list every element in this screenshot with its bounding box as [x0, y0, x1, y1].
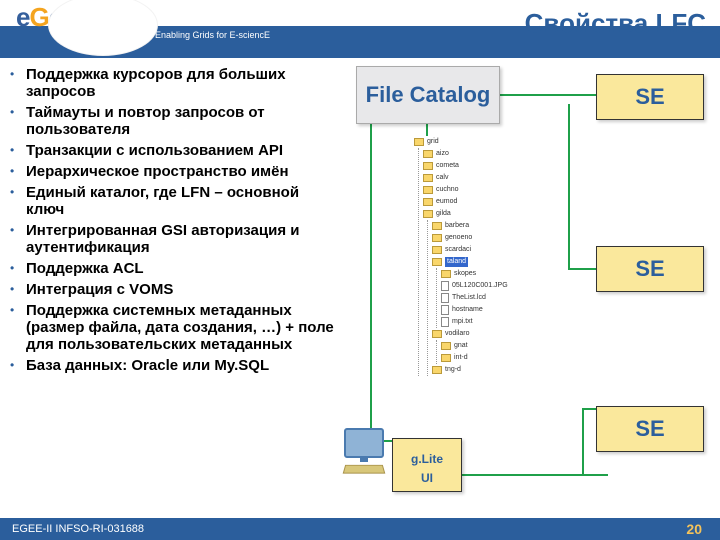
- se-label: SE: [635, 256, 664, 282]
- folder-icon: [432, 234, 442, 242]
- bullet-text: База данных: Oracle или My.SQL: [26, 357, 269, 374]
- tree-node: vodilaro: [445, 329, 470, 339]
- slide-footer: EGEE-II INFSO-RI-031688 20: [0, 518, 720, 540]
- bullet-item: •Единый каталог, где LFN – основной ключ: [10, 184, 334, 218]
- file-tree: grid aizo cometa calv cuchno eumod gilda…: [410, 136, 558, 470]
- tree-node: eumod: [436, 197, 457, 207]
- file-catalog-box: File Catalog: [356, 66, 500, 124]
- file-icon: [441, 305, 449, 315]
- egee-logo: eGee: [6, 0, 156, 58]
- bullet-text: Иерархическое пространство имён: [26, 163, 289, 180]
- bullet-item: •Поддержка курсоров для больших запросов: [10, 66, 334, 100]
- connector-line: [370, 122, 372, 440]
- footer-text: EGEE-II INFSO-RI-031688: [12, 523, 144, 535]
- monitor-stand: [360, 458, 368, 462]
- keyboard-icon: [343, 465, 386, 474]
- folder-icon: [432, 258, 442, 266]
- tree-node: cuchno: [436, 185, 459, 195]
- folder-icon: [414, 138, 424, 146]
- file-icon: [441, 293, 449, 303]
- folder-icon: [432, 222, 442, 230]
- se-box-1: SE: [596, 74, 704, 120]
- se-label: SE: [635, 416, 664, 442]
- connector-line: [496, 94, 602, 96]
- logo-ellipse: [48, 0, 158, 56]
- se-box-2: SE: [596, 246, 704, 292]
- glite-ui-box: g.Lite UI: [392, 438, 462, 492]
- tree-file: hostname: [452, 305, 483, 315]
- bullet-text: Поддержка ACL: [26, 260, 144, 277]
- tree-file: mpi.txt: [452, 317, 473, 327]
- file-icon: [441, 281, 449, 291]
- folder-icon: [423, 150, 433, 158]
- connector-line: [582, 408, 584, 474]
- computer-icon: [338, 428, 390, 484]
- tree-node-highlighted: taland: [445, 257, 468, 267]
- folder-icon: [441, 354, 451, 362]
- bullet-item: •Интегрированная GSI авторизация и аутен…: [10, 222, 334, 256]
- slide-content: •Поддержка курсоров для больших запросов…: [0, 58, 720, 516]
- tree-node: gilda: [436, 209, 451, 219]
- bullet-item: •Таймауты и повтор запросов от пользоват…: [10, 104, 334, 138]
- page-number: 20: [686, 521, 702, 537]
- slide-title: Свойства LFC: [525, 8, 706, 39]
- folder-icon: [432, 330, 442, 338]
- se-box-3: SE: [596, 406, 704, 452]
- tree-node: genoeno: [445, 233, 472, 243]
- tree-node: barbera: [445, 221, 469, 231]
- folder-icon: [423, 186, 433, 194]
- folder-icon: [423, 162, 433, 170]
- folder-icon: [423, 210, 433, 218]
- connector-line: [568, 104, 570, 268]
- bullet-text: Поддержка курсоров для больших запросов: [26, 66, 334, 100]
- tree-node: cometa: [436, 161, 459, 171]
- folder-icon: [432, 366, 442, 374]
- bullet-item: •Транзакции с использованием API: [10, 142, 334, 159]
- bullet-text: Интегрированная GSI авторизация и аутент…: [26, 222, 334, 256]
- bullet-item: •Поддержка ACL: [10, 260, 334, 277]
- tree-node: gnat: [454, 341, 468, 351]
- tree-node: scardaci: [445, 245, 471, 255]
- file-icon: [441, 317, 449, 327]
- diagram-column: File Catalog SE SE SE grid aizo cometa c…: [340, 58, 720, 516]
- bullet-item: •Поддержка системных метаданных (размер …: [10, 302, 334, 353]
- tree-node: calv: [436, 173, 448, 183]
- logo-tagline: Enabling Grids for E-sciencE: [155, 30, 270, 40]
- glite-label-2: UI: [421, 472, 433, 485]
- folder-icon: [432, 246, 442, 254]
- connector-line: [458, 474, 608, 476]
- tree-node: int-d: [454, 353, 468, 363]
- bullet-text: Транзакции с использованием API: [26, 142, 283, 159]
- tree-node: grid: [427, 137, 439, 147]
- tree-file: 05L120C001.JPG: [452, 281, 508, 291]
- tree-file: TheList.lcd: [452, 293, 486, 303]
- file-catalog-label: File Catalog: [366, 83, 491, 107]
- bullet-text: Поддержка системных метаданных (размер ф…: [26, 302, 334, 353]
- bullet-item: •Интеграция с VOMS: [10, 281, 334, 298]
- folder-icon: [441, 342, 451, 350]
- bullet-text: Интеграция с VOMS: [26, 281, 173, 298]
- folder-icon: [441, 270, 451, 278]
- slide-header: eGee Enabling Grids for E-sciencE Свойст…: [0, 0, 720, 58]
- bullet-list: •Поддержка курсоров для больших запросов…: [10, 66, 334, 374]
- bullet-column: •Поддержка курсоров для больших запросов…: [0, 58, 340, 516]
- folder-icon: [423, 174, 433, 182]
- se-label: SE: [635, 84, 664, 110]
- tree-node: skopes: [454, 269, 476, 279]
- folder-icon: [423, 198, 433, 206]
- bullet-item: •База данных: Oracle или My.SQL: [10, 357, 334, 374]
- bullet-item: •Иерархическое пространство имён: [10, 163, 334, 180]
- tree-node: aizo: [436, 149, 449, 159]
- tree-node: tng-d: [445, 365, 461, 375]
- glite-label-1: g.Lite: [411, 453, 443, 466]
- monitor-icon: [344, 428, 384, 458]
- bullet-text: Единый каталог, где LFN – основной ключ: [26, 184, 334, 218]
- bullet-text: Таймауты и повтор запросов от пользовате…: [26, 104, 334, 138]
